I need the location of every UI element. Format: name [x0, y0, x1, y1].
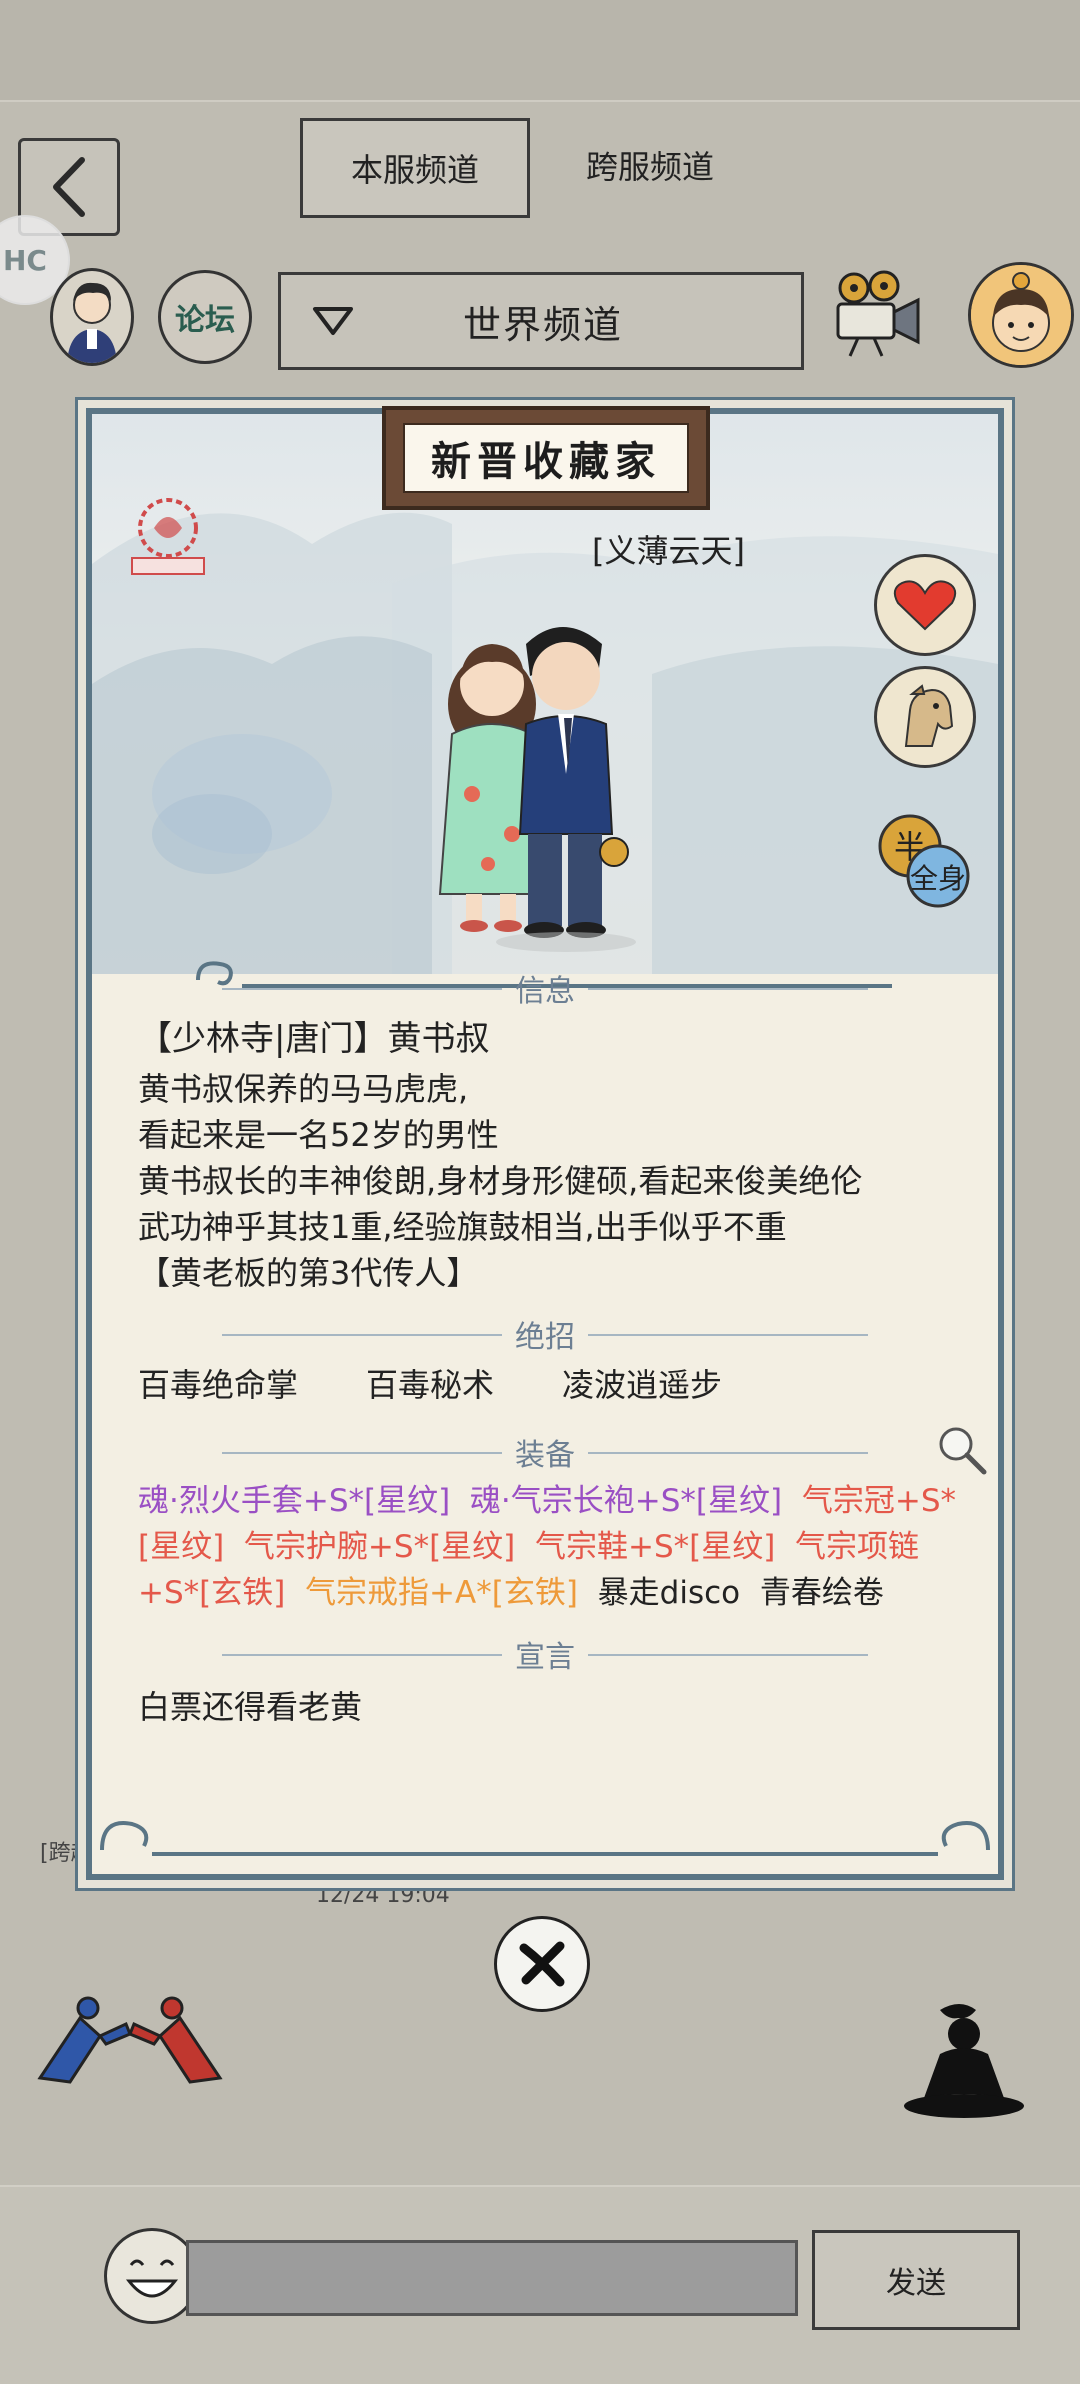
section-skills-header: 绝招	[92, 1312, 998, 1356]
half-full-body-toggle[interactable]: 半 全身	[874, 810, 974, 910]
laughing-face-icon	[125, 2259, 179, 2298]
profile-card: 新晋收藏家 [义薄云天] 半 全身 信息 【少林寺|唐门】黄书叔 黄书叔保养的马…	[86, 406, 1004, 1880]
title-text: 新晋收藏家	[403, 423, 689, 493]
chat-sender-snippet: [跨越	[40, 1841, 93, 1866]
forum-button[interactable]: 论坛	[158, 270, 252, 364]
chevron-left-icon	[53, 157, 85, 217]
channel-selector[interactable]: 世界频道	[278, 272, 804, 370]
info-line: 看起来是一名52岁的男性	[138, 1116, 499, 1154]
tab-local-server[interactable]: 本服频道	[300, 118, 530, 218]
equipment-item[interactable]: 气宗戒指+A*[玄铁]	[305, 1575, 578, 1611]
info-line: 黄书叔保养的马马虎虎,	[138, 1070, 469, 1108]
mount-button[interactable]	[874, 666, 976, 768]
skill-item[interactable]: 百毒绝命掌	[138, 1362, 298, 1408]
video-camera-icon[interactable]	[828, 268, 924, 358]
magnifier-icon[interactable]	[934, 1422, 990, 1478]
heart-icon	[893, 580, 957, 631]
tab-cross-server[interactable]: 跨服频道	[560, 118, 740, 212]
title-badge: 新晋收藏家	[382, 406, 710, 510]
skill-item[interactable]: 凌波逍遥步	[562, 1362, 722, 1408]
horse-icon	[904, 684, 954, 747]
triangle-down-icon	[313, 307, 353, 335]
pvp-duel-icon[interactable]	[30, 1978, 230, 2088]
equipment-item[interactable]: 气宗护腕+S*[星纹]	[244, 1529, 515, 1565]
npc-avatar[interactable]	[968, 262, 1074, 368]
equipment-item[interactable]: 魂·烈火手套+S*[星纹]	[138, 1483, 450, 1519]
send-button[interactable]: 发送	[812, 2230, 1020, 2330]
equipment-item[interactable]: 气宗鞋+S*[星纹]	[535, 1529, 775, 1565]
equipment-list: 魂·烈火手套+S*[星纹] 魂·气宗长袍+S*[星纹] 气宗冠+S*[星纹] 气…	[138, 1478, 974, 1616]
player-name: [义薄云天]	[592, 532, 745, 570]
cloud-border-bottom	[100, 1821, 990, 1856]
lineage-line: 【黄老板的第3代传人】	[138, 1254, 479, 1292]
player-identity: 【少林寺|唐门】黄书叔	[138, 1019, 490, 1059]
close-icon	[519, 1941, 565, 1987]
section-equipment-header: 装备	[92, 1430, 998, 1474]
svg-text:全身: 全身	[910, 862, 966, 895]
close-button[interactable]	[494, 1916, 590, 2012]
skill-item[interactable]: 百毒秘术	[366, 1362, 494, 1408]
half-full-body-icon: 半 全身	[878, 814, 970, 908]
equipment-item[interactable]: 暴走disco	[598, 1575, 740, 1611]
like-button[interactable]	[874, 554, 976, 656]
girl-face-icon	[971, 265, 1071, 365]
sect-seal-icon	[122, 488, 214, 580]
declaration-text: 白票还得看老黄	[138, 1688, 363, 1726]
channel-label: 世界频道	[462, 302, 623, 347]
status-strip	[0, 0, 1080, 102]
info-line: 武功神乎其技1重,经验旗鼓相当,出手似乎不重	[138, 1208, 787, 1246]
section-declaration-header: 宣言	[92, 1632, 998, 1676]
chat-input[interactable]	[186, 2240, 798, 2316]
equipment-item[interactable]: 青春绘卷	[760, 1575, 884, 1611]
avatar-portrait-icon	[67, 282, 117, 363]
info-line: 黄书叔长的丰神俊朗,身材身形健硕,看起来俊美绝伦	[138, 1162, 863, 1200]
chat-timestamp: 12/24 19:04	[316, 1883, 450, 1908]
equipment-item[interactable]: 魂·气宗长袍+S*[星纹]	[470, 1483, 782, 1519]
meditation-icon[interactable]	[900, 1998, 1030, 2122]
player-avatar[interactable]	[50, 268, 134, 366]
section-info-header: 信息	[92, 966, 998, 1010]
